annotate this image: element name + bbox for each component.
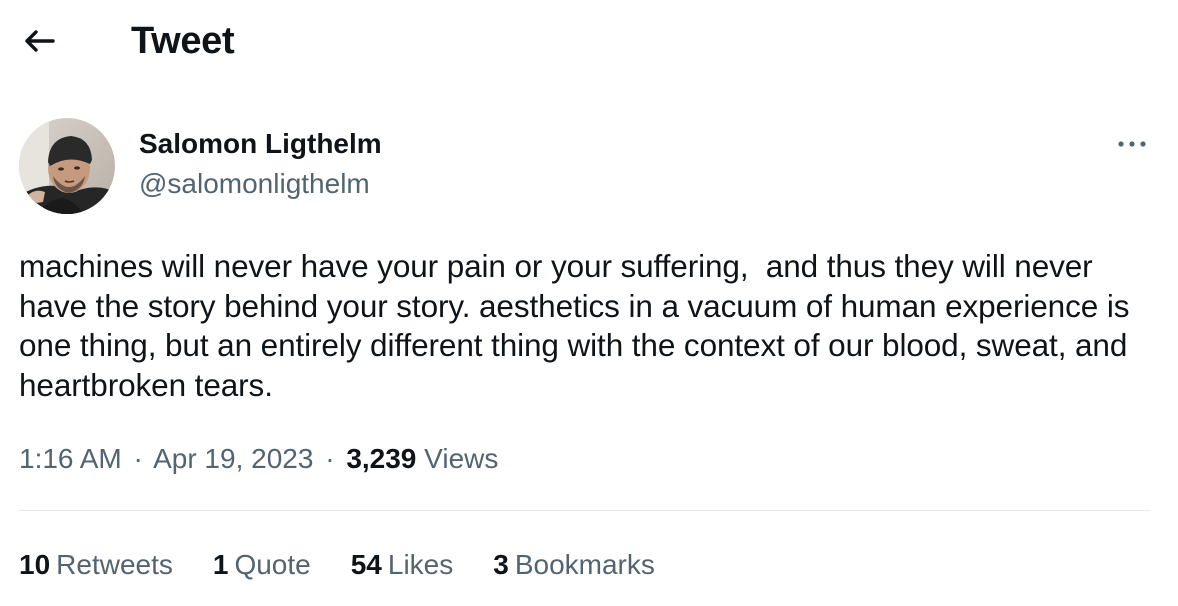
arrow-left-icon [25, 30, 55, 52]
header-bar: Tweet [0, 0, 1178, 84]
page-title: Tweet [131, 20, 235, 62]
quotes-count: 1 [212, 549, 229, 580]
views-label: Views [424, 443, 499, 474]
engagement-stats: 10 Retweets 1 Quote 54 Likes 3 Bookmarks [19, 546, 655, 584]
tweet-meta: 1:16 AM · Apr 19, 2023 · 3,239 Views [19, 440, 498, 478]
author-handle[interactable]: @salomonligthelm [139, 166, 370, 202]
more-options-button[interactable] [1108, 126, 1156, 162]
bookmarks-stat[interactable]: 3 Bookmarks [493, 546, 655, 584]
quotes-stat[interactable]: 1 Quote [213, 546, 311, 584]
divider [19, 510, 1151, 511]
retweets-count: 10 [19, 549, 51, 580]
avatar[interactable] [19, 118, 115, 214]
tweet-text: machines will never have your pain or yo… [19, 248, 1139, 403]
meta-separator: · [325, 443, 335, 474]
bookmarks-label: Bookmarks [514, 549, 655, 580]
tweet-time[interactable]: 1:16 AM [19, 443, 122, 474]
retweets-label: Retweets [56, 549, 173, 580]
quotes-label: Quote [234, 549, 311, 580]
likes-count: 54 [350, 549, 382, 580]
profile-photo [19, 118, 115, 214]
retweets-stat[interactable]: 10 Retweets [19, 546, 173, 584]
bookmarks-count: 3 [493, 549, 509, 580]
author-name[interactable]: Salomon Ligthelm [139, 126, 382, 162]
back-button[interactable] [18, 22, 60, 60]
tweet-date[interactable]: Apr 19, 2023 [153, 443, 313, 474]
likes-label: Likes [387, 549, 454, 580]
more-horizontal-icon [1118, 141, 1146, 147]
meta-separator: · [133, 443, 143, 474]
likes-stat[interactable]: 54 Likes [351, 546, 454, 584]
views-count: 3,239 [346, 443, 417, 474]
